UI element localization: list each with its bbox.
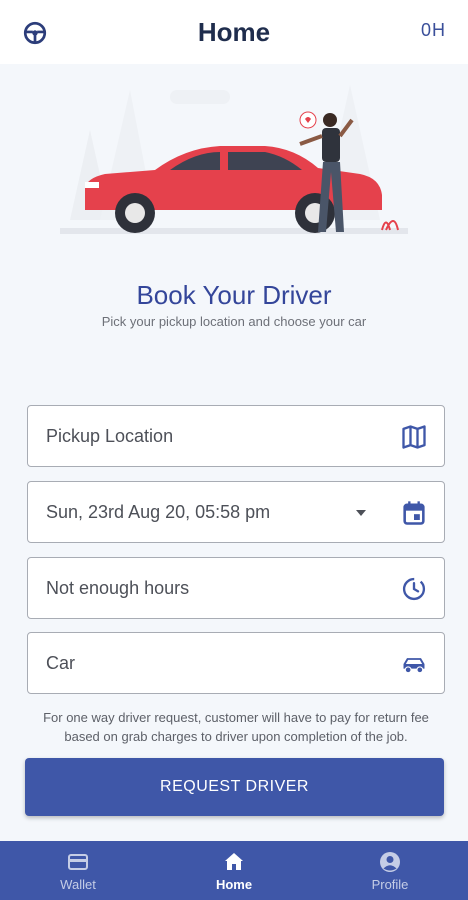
hero-title: Book Your Driver: [136, 280, 332, 310]
hours-field[interactable]: Not enough hours: [27, 557, 445, 619]
hours-indicator: 0H: [420, 20, 446, 40]
pickup-location-label: Pickup Location: [46, 425, 174, 446]
car-driver-illustration: [60, 85, 408, 234]
calendar-icon[interactable]: [400, 499, 428, 527]
hours-label: Not enough hours: [46, 577, 190, 598]
nav-label-home: Home: [215, 876, 253, 892]
nav-item-wallet[interactable]: Wallet: [0, 841, 156, 900]
home-icon: [225, 852, 243, 870]
nav-item-profile[interactable]: Profile: [312, 841, 468, 900]
request-driver-button[interactable]: REQUEST DRIVER: [25, 758, 444, 816]
car-field[interactable]: Car: [27, 632, 445, 694]
chevron-down-icon[interactable]: [356, 510, 366, 516]
nav-item-home[interactable]: Home: [156, 841, 312, 900]
nav-label-profile: Profile: [371, 876, 409, 892]
date-time-label: Sun, 23rd Aug 20, 05:58 pm: [46, 501, 271, 522]
wallet-icon: [68, 853, 88, 870]
profile-icon: [380, 851, 400, 872]
hero-subtitle: Pick your pickup location and choose you…: [101, 314, 367, 329]
pickup-location-field[interactable]: Pickup Location: [27, 405, 445, 467]
nav-label-wallet: Wallet: [60, 876, 96, 892]
car-icon[interactable]: [400, 650, 428, 678]
date-time-field[interactable]: Sun, 23rd Aug 20, 05:58 pm: [27, 481, 445, 543]
page-title: Home: [197, 16, 271, 47]
bottom-navigation: Wallet Home Profile: [0, 841, 468, 900]
map-icon[interactable]: [400, 423, 428, 451]
car-label: Car: [46, 652, 76, 673]
app-header: Home 0H: [0, 0, 468, 64]
driver-request-note: For one way driver request, customer wil…: [43, 710, 429, 744]
clock-icon[interactable]: [400, 575, 428, 603]
steering-wheel-icon[interactable]: [22, 20, 48, 46]
